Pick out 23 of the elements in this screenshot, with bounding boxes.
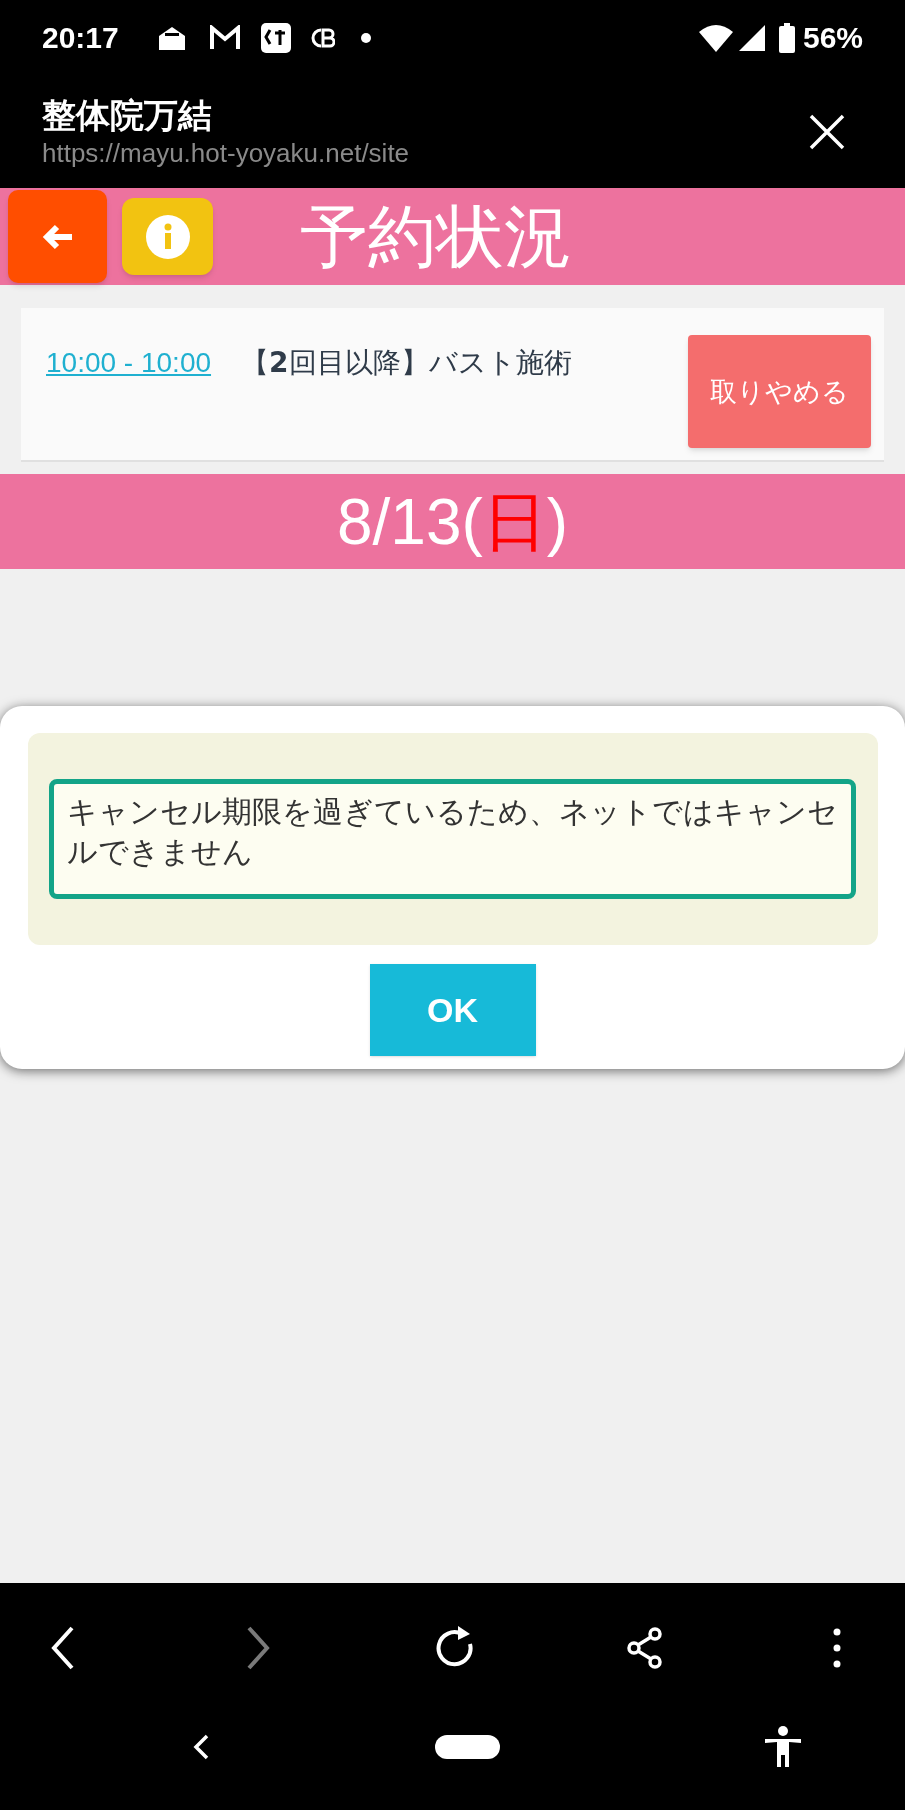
status-time: 20:17 — [42, 20, 119, 56]
time-link[interactable]: 10:00 - 10:00 — [46, 342, 212, 384]
accessibility-icon[interactable] — [764, 1725, 802, 1768]
back-icon[interactable] — [193, 1733, 209, 1760]
cancel-button[interactable]: 取りやめる — [688, 335, 871, 448]
wifi-icon — [698, 23, 733, 52]
signal-icon — [738, 24, 765, 51]
page-url: https://mayu.hot-yoyaku.net/site — [42, 136, 411, 170]
back-button[interactable] — [8, 190, 107, 283]
dot-icon — [360, 32, 371, 43]
close-icon[interactable] — [809, 113, 845, 150]
message-box: キャンセル期限を過ぎているため、ネットではキャンセルできません — [49, 779, 856, 899]
ok-button[interactable]: OK — [369, 964, 536, 1056]
info-icon — [145, 214, 190, 259]
gmail-icon — [208, 24, 241, 51]
home-handle[interactable] — [435, 1734, 500, 1759]
battery-percent: 56% — [802, 20, 863, 56]
page-title: 整体院万結 — [42, 93, 213, 136]
battery-icon — [778, 22, 795, 53]
arrow-left-icon — [41, 223, 74, 250]
menu-name: 【2回目以降】バスト施術 — [241, 345, 572, 381]
app-icon — [260, 22, 291, 53]
page-heading: 予約状況 — [300, 202, 572, 271]
